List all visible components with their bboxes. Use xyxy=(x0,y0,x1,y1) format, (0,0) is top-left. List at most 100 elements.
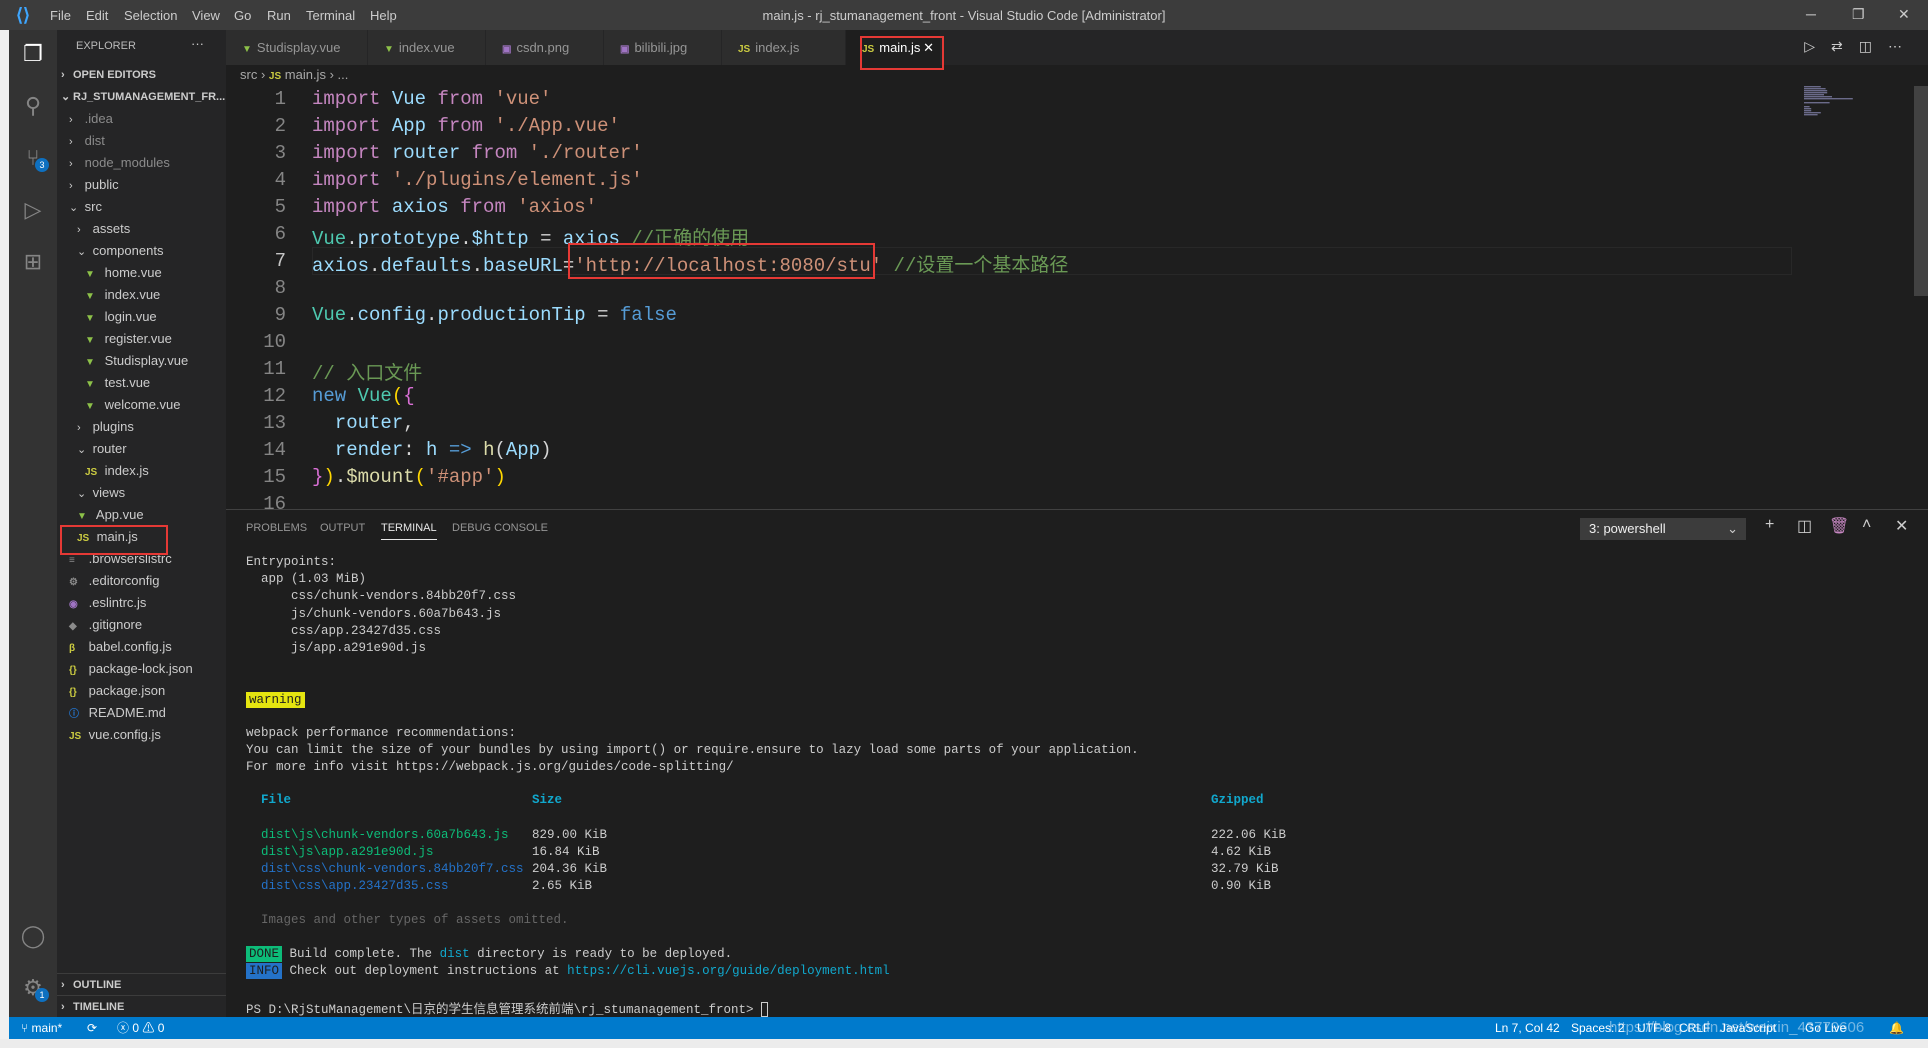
tab-csdn-png[interactable]: ▣ csdn.png xyxy=(486,30,604,65)
tab-problems[interactable]: PROBLEMS xyxy=(246,522,307,534)
tree-item-package-json[interactable]: {} package.json xyxy=(57,680,226,702)
code-line[interactable]: new Vue({ xyxy=(312,385,415,407)
explorer-more-button[interactable]: ··· xyxy=(191,36,204,51)
code-line[interactable]: import Vue from 'vue' xyxy=(312,88,551,110)
problems-indicator[interactable]: ⓧ 0 ⚠ 0 xyxy=(117,1017,164,1039)
close-window-button[interactable]: ✕ xyxy=(1898,6,1910,23)
close-panel-icon[interactable]: ✕ xyxy=(1895,516,1908,536)
tree-item-vue-config-js[interactable]: JS vue.config.js xyxy=(57,724,226,746)
tab-output[interactable]: OUTPUT xyxy=(320,522,365,534)
tree-item-home-vue[interactable]: ▼ home.vue xyxy=(57,262,226,284)
tree-item-readme-md[interactable]: ⓘ README.md xyxy=(57,702,226,724)
code-line[interactable]: }).$mount('#app') xyxy=(312,466,506,488)
timeline-section[interactable]: › TIMELINE xyxy=(57,995,226,1017)
code-line[interactable]: render: h => h(App) xyxy=(312,439,552,461)
tree-item-package-lock-json[interactable]: {} package-lock.json xyxy=(57,658,226,680)
breadcrumb-file[interactable]: main.js xyxy=(285,67,326,82)
menu-terminal[interactable]: Terminal xyxy=(306,8,355,23)
extensions-icon[interactable]: ⊞ xyxy=(19,248,47,276)
menu-run[interactable]: Run xyxy=(267,8,291,23)
tree-item-node-modules[interactable]: › node_modules xyxy=(57,152,226,174)
tree-item-assets[interactable]: › assets xyxy=(57,218,226,240)
tree-item-router[interactable]: ⌄ router xyxy=(57,438,226,460)
tab-studisplay-vue[interactable]: ▼ Studisplay.vue xyxy=(226,30,368,65)
code-line[interactable]: router, xyxy=(312,412,415,434)
table-cell: dist\js\app.a291e90d.js xyxy=(261,845,434,859)
search-icon[interactable]: ⚲ xyxy=(19,92,47,120)
tab-debug-console[interactable]: DEBUG CONSOLE xyxy=(452,522,548,534)
more-actions-icon[interactable]: ⋯ xyxy=(1888,38,1918,54)
code-token: config xyxy=(357,304,427,326)
tree-item-welcome-vue[interactable]: ▼ welcome.vue xyxy=(57,394,226,416)
tree-item--idea[interactable]: › .idea xyxy=(57,108,226,130)
restore-button[interactable]: ❐ xyxy=(1852,6,1865,23)
code-line[interactable]: import './plugins/element.js' xyxy=(312,169,643,191)
code-line[interactable]: import router from './router' xyxy=(312,142,643,164)
project-root[interactable]: ⌄ RJ_STUMANAGEMENT_FR... xyxy=(57,86,226,108)
account-icon[interactable]: ◯ xyxy=(19,922,47,950)
tree-item--eslintrc-js[interactable]: ◉ .eslintrc.js xyxy=(57,592,226,614)
menu-file[interactable]: File xyxy=(50,8,71,23)
tree-item-index-js[interactable]: JS index.js xyxy=(57,460,226,482)
sync-icon[interactable]: ⟳ xyxy=(87,1017,97,1039)
tree-item-test-vue[interactable]: ▼ test.vue xyxy=(57,372,226,394)
code-line[interactable]: // 入口文件 xyxy=(312,358,422,385)
minimize-button[interactable]: ─ xyxy=(1806,6,1816,22)
info-text: Check out deployment instructions at xyxy=(289,964,568,978)
branch-indicator[interactable]: ⑂ main* xyxy=(21,1017,62,1039)
tree-item-studisplay-vue[interactable]: ▼ Studisplay.vue xyxy=(57,350,226,372)
menu-selection[interactable]: Selection xyxy=(124,8,177,23)
notifications-icon[interactable]: 🔔 xyxy=(1889,1017,1904,1039)
tree-item-components[interactable]: ⌄ components xyxy=(57,240,226,262)
tree-item-plugins[interactable]: › plugins xyxy=(57,416,226,438)
maximize-panel-icon[interactable]: ˄ xyxy=(1862,516,1871,534)
tree-item-babel-config-js[interactable]: β babel.config.js xyxy=(57,636,226,658)
chevron-right-icon: › xyxy=(69,180,73,192)
tab-terminal[interactable]: TERMINAL xyxy=(381,522,437,540)
split-editor-icon[interactable]: ◫ xyxy=(1859,38,1888,54)
editor-scrollbar[interactable] xyxy=(1914,86,1928,296)
run-icon[interactable]: ▷ xyxy=(1804,38,1831,54)
run-debug-icon[interactable]: ▷ xyxy=(19,196,47,224)
trash-icon[interactable]: 🗑 xyxy=(1829,516,1849,536)
breadcrumb-symbol[interactable]: ... xyxy=(338,67,349,82)
tree-item-login-vue[interactable]: ▼ login.vue xyxy=(57,306,226,328)
code-editor[interactable]: 1 import Vue from 'vue' 2 import App from '… xyxy=(226,86,1796,515)
new-terminal-icon[interactable]: + xyxy=(1765,516,1774,534)
explorer-icon[interactable]: ❐ xyxy=(19,40,47,68)
tab-index-js[interactable]: JS index.js xyxy=(722,30,846,65)
tree-item-src[interactable]: ⌄ src xyxy=(57,196,226,218)
source-control-icon[interactable]: ⑂ 3 xyxy=(19,144,49,172)
tree-item-views[interactable]: ⌄ views xyxy=(57,482,226,504)
tree-item--gitignore[interactable]: ◆ .gitignore xyxy=(57,614,226,636)
cursor-position[interactable]: Ln 7, Col 42 xyxy=(1495,1017,1560,1039)
terminal-line: app (1.03 MiB) xyxy=(246,572,367,586)
terminal-select[interactable]: 3: powershell ⌄ xyxy=(1580,518,1746,540)
tree-item-app-vue[interactable]: ▼ App.vue xyxy=(57,504,226,526)
tab-index-vue[interactable]: ▼ index.vue xyxy=(368,30,486,65)
highlight-box-main-js xyxy=(60,525,168,555)
tree-item-public[interactable]: › public xyxy=(57,174,226,196)
breadcrumb-src[interactable]: src xyxy=(240,67,257,82)
tab-bilibili-jpg[interactable]: ▣ bilibili.jpg xyxy=(604,30,722,65)
deployment-link[interactable]: https://cli.vuejs.org/guide/deployment.h… xyxy=(567,964,890,978)
tree-item-index-vue[interactable]: ▼ index.vue xyxy=(57,284,226,306)
code-line[interactable]: import App from './App.vue' xyxy=(312,115,620,137)
tree-item-register-vue[interactable]: ▼ register.vue xyxy=(57,328,226,350)
menu-view[interactable]: View xyxy=(192,8,220,23)
outline-section[interactable]: › OUTLINE xyxy=(57,973,226,995)
tree-item-label: test.vue xyxy=(104,375,151,390)
minimap[interactable] xyxy=(1800,86,1910,116)
open-editors-section[interactable]: › OPEN EDITORS xyxy=(57,64,226,86)
menu-edit[interactable]: Edit xyxy=(86,8,108,23)
menu-help[interactable]: Help xyxy=(370,8,397,23)
tree-item-dist[interactable]: › dist xyxy=(57,130,226,152)
code-line[interactable]: Vue.config.productionTip = false xyxy=(312,304,677,326)
settings-gear-icon[interactable]: ⚙ 1 xyxy=(19,974,49,1002)
menu-go[interactable]: Go xyxy=(234,8,251,23)
code-line[interactable]: import axios from 'axios' xyxy=(312,196,597,218)
split-terminal-icon[interactable]: ◫ xyxy=(1797,516,1812,536)
minimap-line xyxy=(1804,92,1828,94)
tree-item--editorconfig[interactable]: ⚙ .editorconfig xyxy=(57,570,226,592)
compare-icon[interactable]: ⇄ xyxy=(1831,38,1859,54)
